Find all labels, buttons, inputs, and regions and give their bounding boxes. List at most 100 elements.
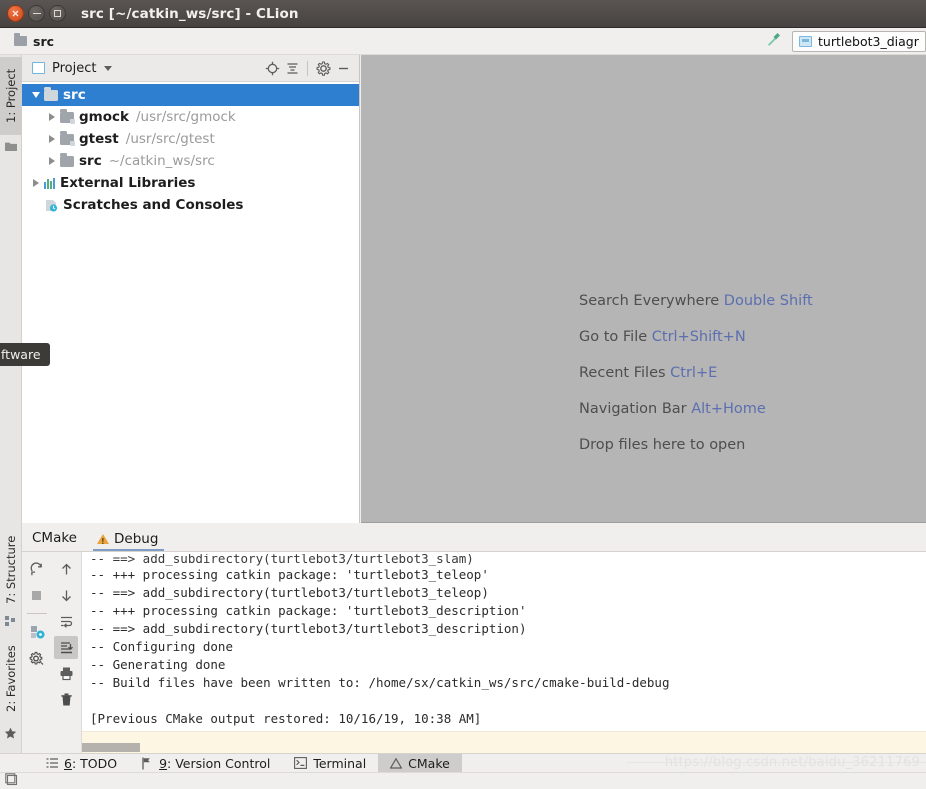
- cmake-toolbar-right-column: [52, 558, 82, 753]
- tab-cmake-label: CMake: [408, 755, 450, 771]
- hint-recent-files: Recent Files Ctrl+E: [579, 365, 813, 381]
- collapse-all-icon[interactable]: [282, 58, 302, 78]
- previous-occurrence-icon[interactable]: [54, 558, 78, 581]
- project-window-icon: [32, 62, 45, 74]
- tree-row-label: src: [63, 87, 86, 103]
- hint-shortcut: Ctrl+E: [670, 365, 718, 381]
- tab-todo-label: 6: TODO: [64, 755, 118, 771]
- tree-expander[interactable]: [44, 113, 60, 121]
- tree-row-path: /usr/src/gtest: [125, 131, 215, 147]
- tree-row-label: gtest: [79, 131, 119, 147]
- minimize-button[interactable]: [28, 5, 45, 22]
- tree-row-src[interactable]: src ~/catkin_ws/src: [22, 150, 359, 172]
- project-panel-header: Project: [22, 55, 359, 82]
- version-control-icon: [142, 757, 150, 769]
- tree-row-src-root[interactable]: src: [22, 84, 359, 106]
- tool-windows-icon[interactable]: [5, 772, 18, 789]
- project-tool-window: Project src gmock /usr/src/gmock gtest /…: [22, 55, 360, 523]
- console-line: -- +++ processing catkin package: 'turtl…: [90, 567, 489, 582]
- sidebar-item-project-label: 1: Project: [4, 68, 18, 124]
- editor-area[interactable]: Search Everywhere Double Shift Go to Fil…: [361, 55, 926, 523]
- hammer-icon[interactable]: [765, 31, 782, 52]
- hint-shortcut: Alt+Home: [691, 401, 766, 417]
- rerun-cmake-icon[interactable]: [25, 558, 49, 581]
- tab-todo[interactable]: 6: TODO: [34, 754, 129, 773]
- sidebar-item-structure[interactable]: 7: Structure: [0, 528, 22, 612]
- tree-expander[interactable]: [44, 157, 60, 165]
- folder-module-icon: [44, 86, 58, 101]
- cmake-toolbar-left-column: [22, 558, 52, 753]
- close-icon: [12, 10, 19, 17]
- cmake-subtab-debug[interactable]: Debug: [89, 531, 168, 551]
- cmake-settings-icon[interactable]: [25, 646, 49, 669]
- tree-row-label: Scratches and Consoles: [63, 197, 244, 213]
- tree-row-label: gmock: [79, 109, 129, 125]
- tree-row-label: External Libraries: [60, 175, 196, 191]
- cmake-panel-title: CMake: [32, 530, 77, 546]
- terminal-icon: [294, 757, 308, 769]
- toolbar-divider: [307, 60, 308, 76]
- next-occurrence-icon[interactable]: [54, 584, 78, 607]
- project-tree[interactable]: src gmock /usr/src/gmock gtest /usr/src/…: [22, 82, 359, 523]
- sidebar-item-favorites-label: 2: Favorites: [4, 645, 18, 713]
- chevron-right-icon: [49, 157, 55, 165]
- console-line: -- Configuring done: [90, 639, 233, 654]
- star-icon: [4, 727, 17, 744]
- print-icon[interactable]: [54, 662, 78, 685]
- chevron-right-icon: [49, 135, 55, 143]
- settings-gear-icon[interactable]: [313, 58, 333, 78]
- chevron-down-icon[interactable]: [104, 65, 113, 71]
- tab-version-control-label: 9: Version Control: [159, 755, 271, 771]
- tree-row-gmock[interactable]: gmock /usr/src/gmock: [22, 106, 359, 128]
- close-button[interactable]: [7, 5, 24, 22]
- folder-source-icon: [60, 130, 75, 146]
- breadcrumb[interactable]: src: [14, 33, 54, 49]
- hint-navigation-bar: Navigation Bar Alt+Home: [579, 401, 813, 417]
- libraries-icon: [44, 177, 55, 189]
- locate-icon[interactable]: [262, 58, 282, 78]
- soft-wrap-icon[interactable]: [54, 610, 78, 633]
- console-horizontal-scrollbar[interactable]: [82, 743, 926, 752]
- hint-action: Recent Files: [579, 365, 666, 381]
- run-configuration-selector[interactable]: turtlebot3_diagr: [792, 31, 926, 52]
- window-title: src [~/catkin_ws/src] - CLion: [81, 5, 299, 22]
- console-line: -- +++ processing catkin package: 'turtl…: [90, 603, 527, 618]
- sidebar-item-favorites[interactable]: 2: Favorites: [0, 636, 22, 722]
- folder-icon: [60, 152, 74, 167]
- hide-icon[interactable]: [333, 58, 353, 78]
- console-line: [Previous CMake output restored: 10/16/1…: [90, 711, 482, 726]
- structure-icon: [5, 616, 16, 631]
- tree-expander[interactable]: [28, 179, 44, 187]
- folder-source-icon: [60, 108, 75, 124]
- tab-version-control[interactable]: 9: Version Control: [129, 754, 282, 773]
- tree-expander[interactable]: [44, 135, 60, 143]
- console-line: -- ==> add_subdirectory(turtlebot3/turtl…: [90, 554, 474, 566]
- tab-cmake[interactable]: CMake: [378, 753, 462, 773]
- console-line: -- Generating done: [90, 657, 226, 672]
- build-type-icon[interactable]: [25, 620, 49, 643]
- tree-expander[interactable]: [28, 92, 44, 98]
- tree-row-external-libraries[interactable]: External Libraries: [22, 172, 359, 194]
- console-line: -- ==> add_subdirectory(turtlebot3/turtl…: [90, 621, 527, 636]
- todo-icon: [46, 758, 58, 768]
- project-panel-title: Project: [52, 60, 97, 76]
- editor-hints: Search Everywhere Double Shift Go to Fil…: [579, 293, 813, 453]
- maximize-icon: [54, 10, 61, 17]
- hint-shortcut: Ctrl+Shift+N: [651, 329, 746, 345]
- sidebar-item-project[interactable]: 1: Project: [0, 57, 22, 135]
- scroll-to-end-icon[interactable]: [54, 636, 79, 659]
- maximize-button[interactable]: [49, 5, 66, 22]
- tree-row-gtest[interactable]: gtest /usr/src/gtest: [22, 128, 359, 150]
- run-configuration-icon: [799, 36, 812, 47]
- tree-row-scratches[interactable]: Scratches and Consoles: [22, 194, 359, 216]
- delete-icon[interactable]: [54, 688, 78, 711]
- tab-terminal[interactable]: Terminal: [282, 754, 378, 773]
- cmake-console[interactable]: -- ==> add_subdirectory(turtlebot3/turtl…: [82, 552, 926, 753]
- scrollbar-thumb[interactable]: [82, 743, 140, 752]
- cmake-subtab-label: Debug: [114, 531, 159, 547]
- stop-icon[interactable]: [25, 584, 49, 607]
- run-configuration-label: turtlebot3_diagr: [818, 34, 919, 49]
- tree-row-path: ~/catkin_ws/src: [108, 153, 215, 169]
- cmake-toolbar: [22, 552, 82, 753]
- hint-action: Go to File: [579, 329, 648, 345]
